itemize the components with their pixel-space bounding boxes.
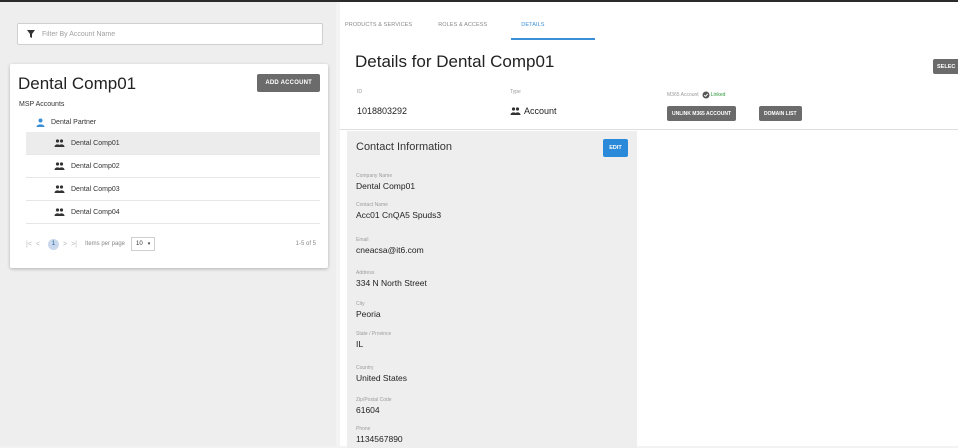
filter-box[interactable] — [17, 23, 323, 45]
tab-products-services[interactable]: PRODUCTS & SERVICES — [345, 22, 412, 28]
field-city: City Peoria — [356, 301, 381, 319]
group-icon — [54, 162, 65, 170]
tree-parent-dental-partner[interactable]: Dental Partner — [26, 112, 320, 132]
current-page[interactable]: 1 — [48, 238, 59, 250]
tree-item-dental-comp03[interactable]: Dental Comp03 — [26, 178, 320, 201]
domain-list-button[interactable]: DOMAIN LIST — [759, 106, 802, 121]
tree-item-dental-comp04[interactable]: Dental Comp04 — [26, 201, 320, 224]
field-value: 1134567890 — [356, 434, 403, 444]
divider — [340, 129, 958, 130]
field-value: Peoria — [356, 309, 381, 319]
m365-linked-status: Linked — [710, 92, 726, 98]
field-value: Dental Comp01 — [356, 181, 416, 191]
tree-item-label: Dental Comp01 — [71, 139, 120, 147]
contact-information-title: Contact Information — [356, 141, 452, 153]
group-icon — [54, 185, 65, 193]
page-title: Details for Dental Comp01 — [355, 52, 555, 71]
field-label: Contact Name — [356, 202, 388, 208]
type-label: Type — [510, 89, 521, 95]
m365-status-row: M365 Account Linked — [667, 91, 725, 99]
pager: |< < 1 > >| Items per page 10 ▾ 1-5 of 5 — [26, 234, 320, 254]
field-label: Phone — [356, 426, 371, 432]
account-card: Dental Comp01 ADD ACCOUNT MSP Accounts D… — [10, 64, 328, 268]
person-icon — [36, 118, 45, 127]
field-email: Email cneacsa@it6.com — [356, 237, 424, 255]
group-icon — [54, 208, 65, 216]
field-label: Zip/Postal Code — [356, 397, 392, 403]
contact-information-panel: Contact Information EDIT Company Name De… — [347, 131, 637, 448]
field-value: IL — [356, 339, 364, 349]
last-page-button[interactable]: >| — [71, 241, 77, 248]
account-card-title: Dental Comp01 — [18, 74, 137, 93]
field-value: United States — [356, 373, 408, 383]
field-contact-name: Contact Name Acc01 CnQA5 Spuds3 — [356, 202, 441, 220]
link-status-icon — [702, 91, 710, 99]
next-page-button[interactable]: > — [63, 241, 67, 248]
group-icon — [510, 107, 521, 115]
items-per-page-select[interactable]: 10 ▾ — [131, 237, 156, 251]
unlink-m365-button[interactable]: UNLINK M365 ACCOUNT — [667, 106, 736, 121]
first-page-button[interactable]: |< — [26, 241, 32, 248]
select-button[interactable]: SELEC — [933, 59, 958, 74]
tab-bar: PRODUCTS & SERVICES ROLES & ACCESS DETAI… — [345, 22, 571, 28]
chevron-down-icon: ▾ — [147, 241, 151, 247]
tree-item-dental-comp01[interactable]: Dental Comp01 — [26, 132, 320, 155]
tree-item-label: Dental Comp04 — [71, 208, 120, 216]
field-label: Address — [356, 270, 375, 276]
field-label: Email — [356, 237, 369, 243]
id-label: ID — [357, 89, 362, 95]
page-range: 1-5 of 5 — [295, 241, 316, 247]
field-value: cneacsa@it6.com — [356, 245, 424, 255]
accounts-sidebar: Dental Comp01 ADD ACCOUNT MSP Accounts D… — [0, 2, 336, 446]
field-label: Country — [356, 365, 374, 371]
field-value: 334 N North Street — [356, 278, 427, 288]
details-pane: PRODUCTS & SERVICES ROLES & ACCESS DETAI… — [340, 2, 958, 448]
tab-details[interactable]: DETAILS — [521, 22, 544, 28]
edit-button[interactable]: EDIT — [603, 139, 628, 157]
m365-label: M365 Account — [667, 92, 699, 98]
tree-item-dental-comp02[interactable]: Dental Comp02 — [26, 155, 320, 178]
tree-item-label: Dental Comp03 — [71, 185, 120, 193]
field-value: 61604 — [356, 405, 380, 415]
field-zip: Zip/Postal Code 61604 — [356, 397, 392, 415]
filter-icon — [27, 30, 35, 38]
items-per-page-value: 10 — [136, 241, 143, 247]
id-value: 1018803292 — [357, 106, 408, 116]
field-phone: Phone 1134567890 — [356, 426, 403, 444]
field-address: Address 334 N North Street — [356, 270, 427, 288]
field-company-name: Company Name Dental Comp01 — [356, 173, 415, 191]
type-value-wrap: Account — [510, 106, 557, 116]
tree-item-label: Dental Comp02 — [71, 162, 120, 170]
field-label: Company Name — [356, 173, 393, 179]
add-account-button[interactable]: ADD ACCOUNT — [257, 74, 320, 92]
group-icon — [54, 139, 65, 147]
tab-roles-access[interactable]: ROLES & ACCESS — [438, 22, 487, 28]
field-country: Country United States — [356, 365, 407, 383]
items-per-page-label: Items per page — [85, 241, 126, 247]
tree-parent-label: Dental Partner — [51, 118, 97, 126]
prev-page-button[interactable]: < — [36, 241, 40, 248]
account-tree: Dental Partner Dental Comp01 Dental Comp… — [26, 112, 320, 224]
field-value: Acc01 CnQA5 Spuds3 — [356, 210, 442, 220]
type-value: Account — [524, 106, 557, 116]
field-label: City — [356, 301, 365, 307]
active-tab-indicator — [511, 38, 595, 40]
filter-input[interactable] — [42, 30, 302, 38]
msp-accounts-label: MSP Accounts — [19, 101, 65, 108]
field-label: State / Province — [356, 331, 392, 337]
field-state: State / Province IL — [356, 331, 391, 349]
